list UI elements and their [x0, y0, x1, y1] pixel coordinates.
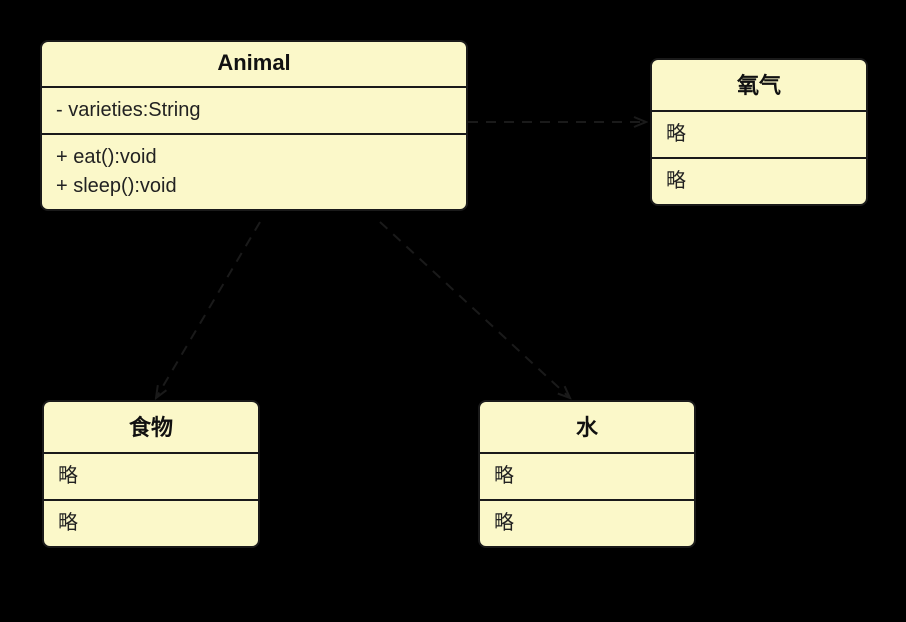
class-attributes: 略: [44, 454, 258, 501]
class-title: Animal: [42, 42, 466, 88]
class-box-animal: Animal - varieties:String + eat():void +…: [40, 40, 468, 211]
class-title: 食物: [44, 402, 258, 454]
uml-diagram-canvas: Animal - varieties:String + eat():void +…: [0, 0, 906, 622]
class-box-food: 食物 略 略: [42, 400, 260, 548]
class-methods: + eat():void + sleep():void: [42, 135, 466, 209]
class-methods: 略: [480, 501, 694, 546]
class-box-water: 水 略 略: [478, 400, 696, 548]
class-title: 氧气: [652, 60, 866, 112]
dependency-arrow-animal-food: [156, 222, 260, 398]
class-attributes: 略: [652, 112, 866, 159]
class-attributes: - varieties:String: [42, 88, 466, 135]
class-title: 水: [480, 402, 694, 454]
class-box-oxygen: 氧气 略 略: [650, 58, 868, 206]
class-attributes: 略: [480, 454, 694, 501]
class-methods: 略: [44, 501, 258, 546]
class-methods: 略: [652, 159, 866, 204]
dependency-arrow-animal-water: [380, 222, 570, 398]
